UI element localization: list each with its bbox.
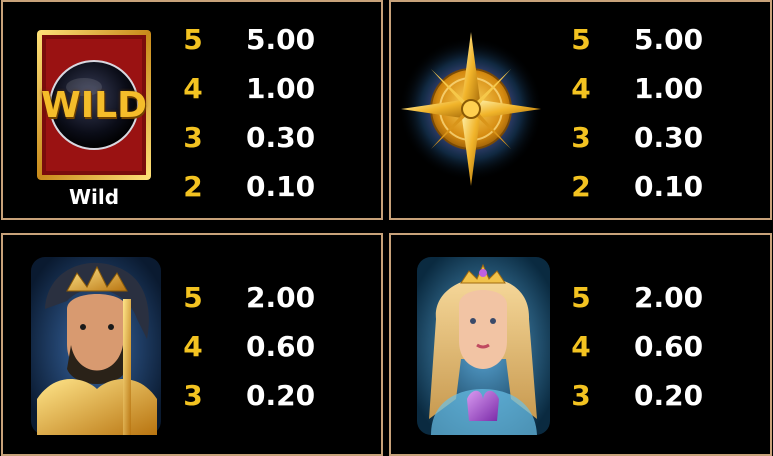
pay-count: 5 [183,23,203,56]
pay-row: 4 1.00 [569,69,769,109]
pay-row: 3 0.20 [569,376,769,416]
pay-count: 2 [183,170,203,203]
pay-count: 3 [571,379,591,412]
pay-row: 4 0.60 [569,327,769,367]
pay-row: 4 0.60 [181,327,381,367]
pay-count: 3 [183,121,203,154]
pay-count: 4 [183,72,203,105]
pay-value: 0.60 [634,330,704,363]
pay-count: 2 [571,170,591,203]
compass-symbol-icon [396,24,546,198]
pay-value: 5.00 [634,23,704,56]
pay-value: 0.30 [634,121,704,154]
pay-count: 5 [183,281,203,314]
pay-count: 3 [183,379,203,412]
pay-row: 5 5.00 [181,20,381,60]
pay-value: 0.20 [246,379,316,412]
pay-value: 0.30 [246,121,316,154]
pay-value: 0.10 [634,170,704,203]
paytable-panel-compass: 5 5.00 4 1.00 3 0.30 2 0.10 [389,0,772,220]
pay-count: 4 [571,330,591,363]
pay-value: 5.00 [246,23,316,56]
pay-row: 2 0.10 [181,167,381,207]
pay-value: 0.20 [634,379,704,412]
wild-symbol-text: WILD [41,85,147,126]
pay-row: 4 1.00 [181,69,381,109]
pay-count: 4 [571,72,591,105]
pay-value: 1.00 [246,72,316,105]
pay-count: 5 [571,23,591,56]
poseidon-symbol-icon [27,249,167,443]
pay-count: 5 [571,281,591,314]
pay-count: 4 [183,330,203,363]
wild-symbol-icon: WILD [36,29,152,185]
paytable-panel-mermaid: 5 2.00 4 0.60 3 0.20 [389,233,772,456]
pay-row: 5 5.00 [569,20,769,60]
pay-value: 0.10 [246,170,316,203]
pay-row: 3 0.20 [181,376,381,416]
paytable-page: WILD Wild 5 5.00 4 1.00 3 0.30 2 0.10 5 … [0,0,773,456]
wild-symbol-label: Wild [68,185,120,209]
pay-value: 2.00 [246,281,316,314]
paytable-panel-wild: WILD Wild 5 5.00 4 1.00 3 0.30 2 0.10 [1,0,383,220]
pay-value: 2.00 [634,281,704,314]
mermaid-symbol-icon [411,249,556,443]
pay-count: 3 [571,121,591,154]
pay-row: 5 2.00 [181,278,381,318]
pay-value: 0.60 [246,330,316,363]
pay-value: 1.00 [634,72,704,105]
pay-row: 5 2.00 [569,278,769,318]
pay-row: 3 0.30 [181,118,381,158]
pay-row: 2 0.10 [569,167,769,207]
pay-row: 3 0.30 [569,118,769,158]
paytable-panel-poseidon: 5 2.00 4 0.60 3 0.20 [1,233,383,456]
